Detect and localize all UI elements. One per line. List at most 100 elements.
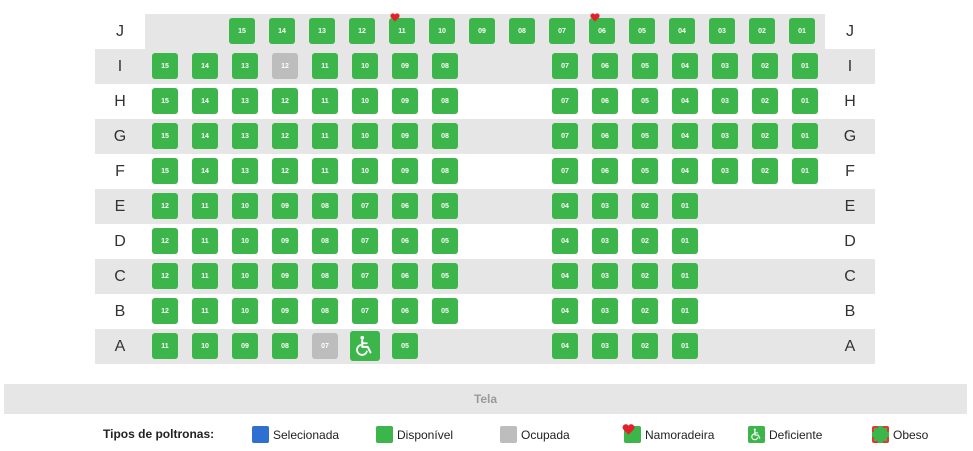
seat-b-05[interactable]: 05: [432, 298, 458, 324]
seat-c-02[interactable]: 02: [632, 263, 658, 289]
seat-b-10[interactable]: 10: [232, 298, 258, 324]
seat-d-01[interactable]: 01: [672, 228, 698, 254]
seat-c-10[interactable]: 10: [232, 263, 258, 289]
seat-h-05[interactable]: 05: [632, 88, 658, 114]
seat-j-11[interactable]: 11: [389, 13, 415, 44]
seat-i-06[interactable]: 06: [592, 53, 618, 79]
seat-h-12[interactable]: 12: [272, 88, 298, 114]
seat-d-06[interactable]: 06: [392, 228, 418, 254]
seat-j-08[interactable]: 08: [509, 18, 535, 44]
seat-f-02[interactable]: 02: [752, 158, 778, 184]
seat-c-03[interactable]: 03: [592, 263, 618, 289]
seat-j-14[interactable]: 14: [269, 18, 295, 44]
seat-j-06[interactable]: 06: [589, 13, 615, 44]
seat-e-07[interactable]: 07: [352, 193, 378, 219]
seat-g-01[interactable]: 01: [792, 123, 818, 149]
seat-g-09[interactable]: 09: [392, 123, 418, 149]
seat-e-09[interactable]: 09: [272, 193, 298, 219]
seat-f-04[interactable]: 04: [672, 158, 698, 184]
seat-g-13[interactable]: 13: [232, 123, 258, 149]
seat-b-07[interactable]: 07: [352, 298, 378, 324]
seat-i-08[interactable]: 08: [432, 53, 458, 79]
seat-g-10[interactable]: 10: [352, 123, 378, 149]
seat-b-03[interactable]: 03: [592, 298, 618, 324]
seat-h-07[interactable]: 07: [552, 88, 578, 114]
seat-c-07[interactable]: 07: [352, 263, 378, 289]
seat-c-01[interactable]: 01: [672, 263, 698, 289]
seat-j-13[interactable]: 13: [309, 18, 335, 44]
seat-b-12[interactable]: 12: [152, 298, 178, 324]
seat-b-01[interactable]: 01: [672, 298, 698, 324]
seat-e-01[interactable]: 01: [672, 193, 698, 219]
seat-d-02[interactable]: 02: [632, 228, 658, 254]
seat-f-01[interactable]: 01: [792, 158, 818, 184]
seat-g-11[interactable]: 11: [312, 123, 338, 149]
seat-h-13[interactable]: 13: [232, 88, 258, 114]
seat-d-11[interactable]: 11: [192, 228, 218, 254]
seat-i-11[interactable]: 11: [312, 53, 338, 79]
seat-e-12[interactable]: 12: [152, 193, 178, 219]
seat-i-02[interactable]: 02: [752, 53, 778, 79]
seat-h-01[interactable]: 01: [792, 88, 818, 114]
seat-g-04[interactable]: 04: [672, 123, 698, 149]
seat-i-01[interactable]: 01: [792, 53, 818, 79]
seat-i-05[interactable]: 05: [632, 53, 658, 79]
seat-i-14[interactable]: 14: [192, 53, 218, 79]
seat-j-01[interactable]: 01: [789, 18, 815, 44]
seat-g-14[interactable]: 14: [192, 123, 218, 149]
seat-e-10[interactable]: 10: [232, 193, 258, 219]
seat-e-03[interactable]: 03: [592, 193, 618, 219]
seat-d-08[interactable]: 08: [312, 228, 338, 254]
seat-b-06[interactable]: 06: [392, 298, 418, 324]
seat-i-03[interactable]: 03: [712, 53, 738, 79]
seat-j-04[interactable]: 04: [669, 18, 695, 44]
seat-b-04[interactable]: 04: [552, 298, 578, 324]
seat-e-02[interactable]: 02: [632, 193, 658, 219]
seat-c-06[interactable]: 06: [392, 263, 418, 289]
seat-h-09[interactable]: 09: [392, 88, 418, 114]
seat-g-07[interactable]: 07: [552, 123, 578, 149]
seat-i-09[interactable]: 09: [392, 53, 418, 79]
seat-a-02[interactable]: 02: [632, 333, 658, 359]
seat-d-03[interactable]: 03: [592, 228, 618, 254]
seat-j-03[interactable]: 03: [709, 18, 735, 44]
seat-b-11[interactable]: 11: [192, 298, 218, 324]
seat-f-11[interactable]: 11: [312, 158, 338, 184]
seat-d-10[interactable]: 10: [232, 228, 258, 254]
seat-b-09[interactable]: 09: [272, 298, 298, 324]
seat-j-07[interactable]: 07: [549, 18, 575, 44]
seat-e-11[interactable]: 11: [192, 193, 218, 219]
seat-b-02[interactable]: 02: [632, 298, 658, 324]
seat-j-02[interactable]: 02: [749, 18, 775, 44]
seat-c-04[interactable]: 04: [552, 263, 578, 289]
seat-a-11[interactable]: 11: [152, 333, 178, 359]
seat-g-12[interactable]: 12: [272, 123, 298, 149]
seat-j-09[interactable]: 09: [469, 18, 495, 44]
seat-c-05[interactable]: 05: [432, 263, 458, 289]
seat-a-10[interactable]: 10: [192, 333, 218, 359]
seat-d-09[interactable]: 09: [272, 228, 298, 254]
seat-e-06[interactable]: 06: [392, 193, 418, 219]
seat-d-05[interactable]: 05: [432, 228, 458, 254]
seat-h-15[interactable]: 15: [152, 88, 178, 114]
seat-f-07[interactable]: 07: [552, 158, 578, 184]
seat-a-01[interactable]: 01: [672, 333, 698, 359]
seat-g-03[interactable]: 03: [712, 123, 738, 149]
seat-i-15[interactable]: 15: [152, 53, 178, 79]
seat-f-06[interactable]: 06: [592, 158, 618, 184]
seat-b-08[interactable]: 08: [312, 298, 338, 324]
seat-f-10[interactable]: 10: [352, 158, 378, 184]
seat-f-13[interactable]: 13: [232, 158, 258, 184]
seat-i-13[interactable]: 13: [232, 53, 258, 79]
seat-f-08[interactable]: 08: [432, 158, 458, 184]
seat-h-08[interactable]: 08: [432, 88, 458, 114]
seat-c-11[interactable]: 11: [192, 263, 218, 289]
seat-h-03[interactable]: 03: [712, 88, 738, 114]
seat-j-10[interactable]: 10: [429, 18, 455, 44]
seat-a-04[interactable]: 04: [552, 333, 578, 359]
seat-h-14[interactable]: 14: [192, 88, 218, 114]
seat-a-09[interactable]: 09: [232, 333, 258, 359]
seat-d-04[interactable]: 04: [552, 228, 578, 254]
seat-h-02[interactable]: 02: [752, 88, 778, 114]
seat-g-06[interactable]: 06: [592, 123, 618, 149]
